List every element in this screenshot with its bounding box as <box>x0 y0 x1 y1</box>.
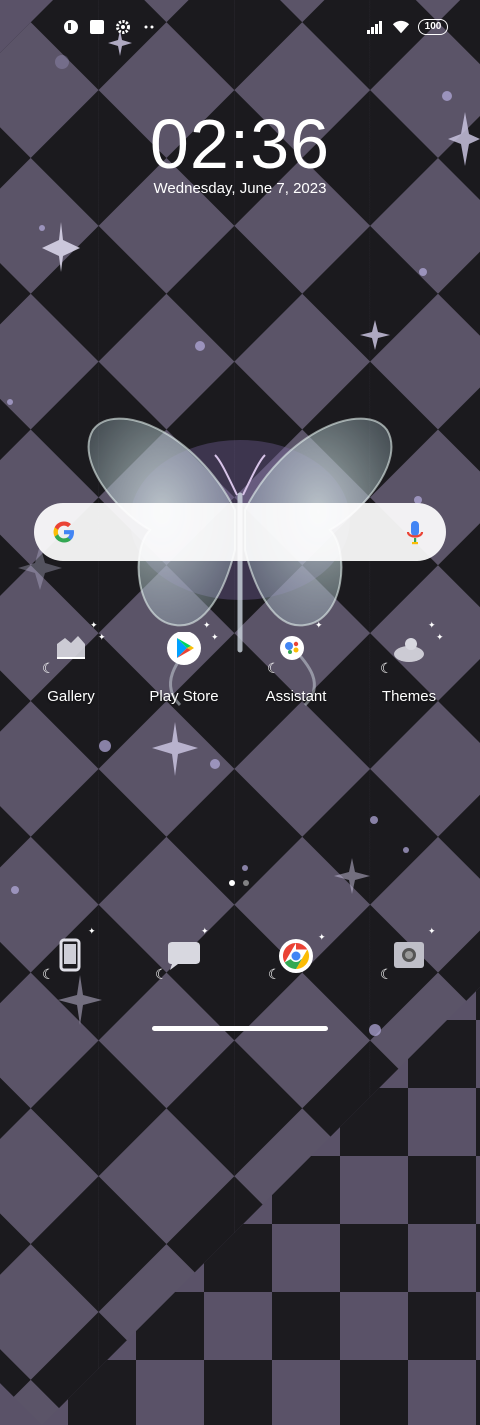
app-play-store[interactable]: ✦ ✦ Play Store <box>129 620 239 705</box>
moon-icon: ☾ <box>267 660 280 676</box>
moon-icon: ☾ <box>380 660 393 676</box>
sparkle-icon: ✦ <box>428 620 436 630</box>
sparkle-icon: ✦ <box>315 620 323 630</box>
clock-date[interactable]: Wednesday, June 7, 2023 <box>0 180 480 197</box>
play-store-icon <box>164 631 204 672</box>
sparkle-icon: ✦ <box>98 632 106 642</box>
moon-icon: ☾ <box>42 966 55 982</box>
assistant-icon <box>276 632 316 672</box>
battery-indicator: 100 <box>418 19 448 35</box>
square-notification-icon <box>88 18 106 36</box>
photo-badge-icon <box>62 18 80 36</box>
wifi-icon <box>392 18 410 36</box>
sparkle-icon: ✦ <box>203 620 211 630</box>
camera-icon[interactable] <box>389 936 429 976</box>
themes-icon <box>389 632 429 672</box>
page-indicator-dot-active[interactable] <box>229 880 235 886</box>
page-indicator-dot[interactable] <box>243 880 249 886</box>
sparkle-icon: ✦ <box>428 926 436 936</box>
sparkle-icon: ✦ <box>88 926 96 936</box>
app-label: Gallery <box>47 688 95 705</box>
more-dots-icon <box>140 18 158 36</box>
app-themes[interactable]: ☾ ✦ ✦ Themes <box>354 620 464 705</box>
app-label: Play Store <box>149 688 219 705</box>
google-search-bar[interactable] <box>34 503 446 561</box>
phone-icon[interactable] <box>51 936 91 976</box>
google-g-icon <box>50 518 78 546</box>
sparkle-icon: ✦ <box>211 632 219 642</box>
sparkle-icon: ✦ <box>201 926 209 936</box>
sparkle-icon: ✦ <box>90 620 98 630</box>
app-label: Assistant <box>265 688 327 705</box>
messages-icon[interactable] <box>164 938 204 978</box>
sparkle-icon: ✦ <box>318 932 326 942</box>
moon-icon: ☾ <box>42 660 55 676</box>
moon-icon: ☾ <box>380 966 393 982</box>
gallery-icon <box>51 632 91 672</box>
app-label: Themes <box>381 688 437 705</box>
chrome-icon[interactable] <box>277 936 317 976</box>
mic-icon[interactable] <box>406 519 424 547</box>
home-gesture-bar[interactable] <box>152 1026 328 1031</box>
app-gallery[interactable]: ☾ ✦ ✦ Gallery <box>16 620 126 705</box>
clock-time[interactable]: 02:36 <box>0 104 480 184</box>
moon-icon: ☾ <box>155 966 168 982</box>
sparkle-icon: ✦ <box>436 632 444 642</box>
status-bar: 100 <box>0 0 480 56</box>
moon-icon: ☾ <box>268 966 281 982</box>
signal-icon <box>366 18 384 36</box>
app-assistant[interactable]: ☾ ✦ Assistant <box>241 620 351 705</box>
gear-icon <box>114 18 132 36</box>
